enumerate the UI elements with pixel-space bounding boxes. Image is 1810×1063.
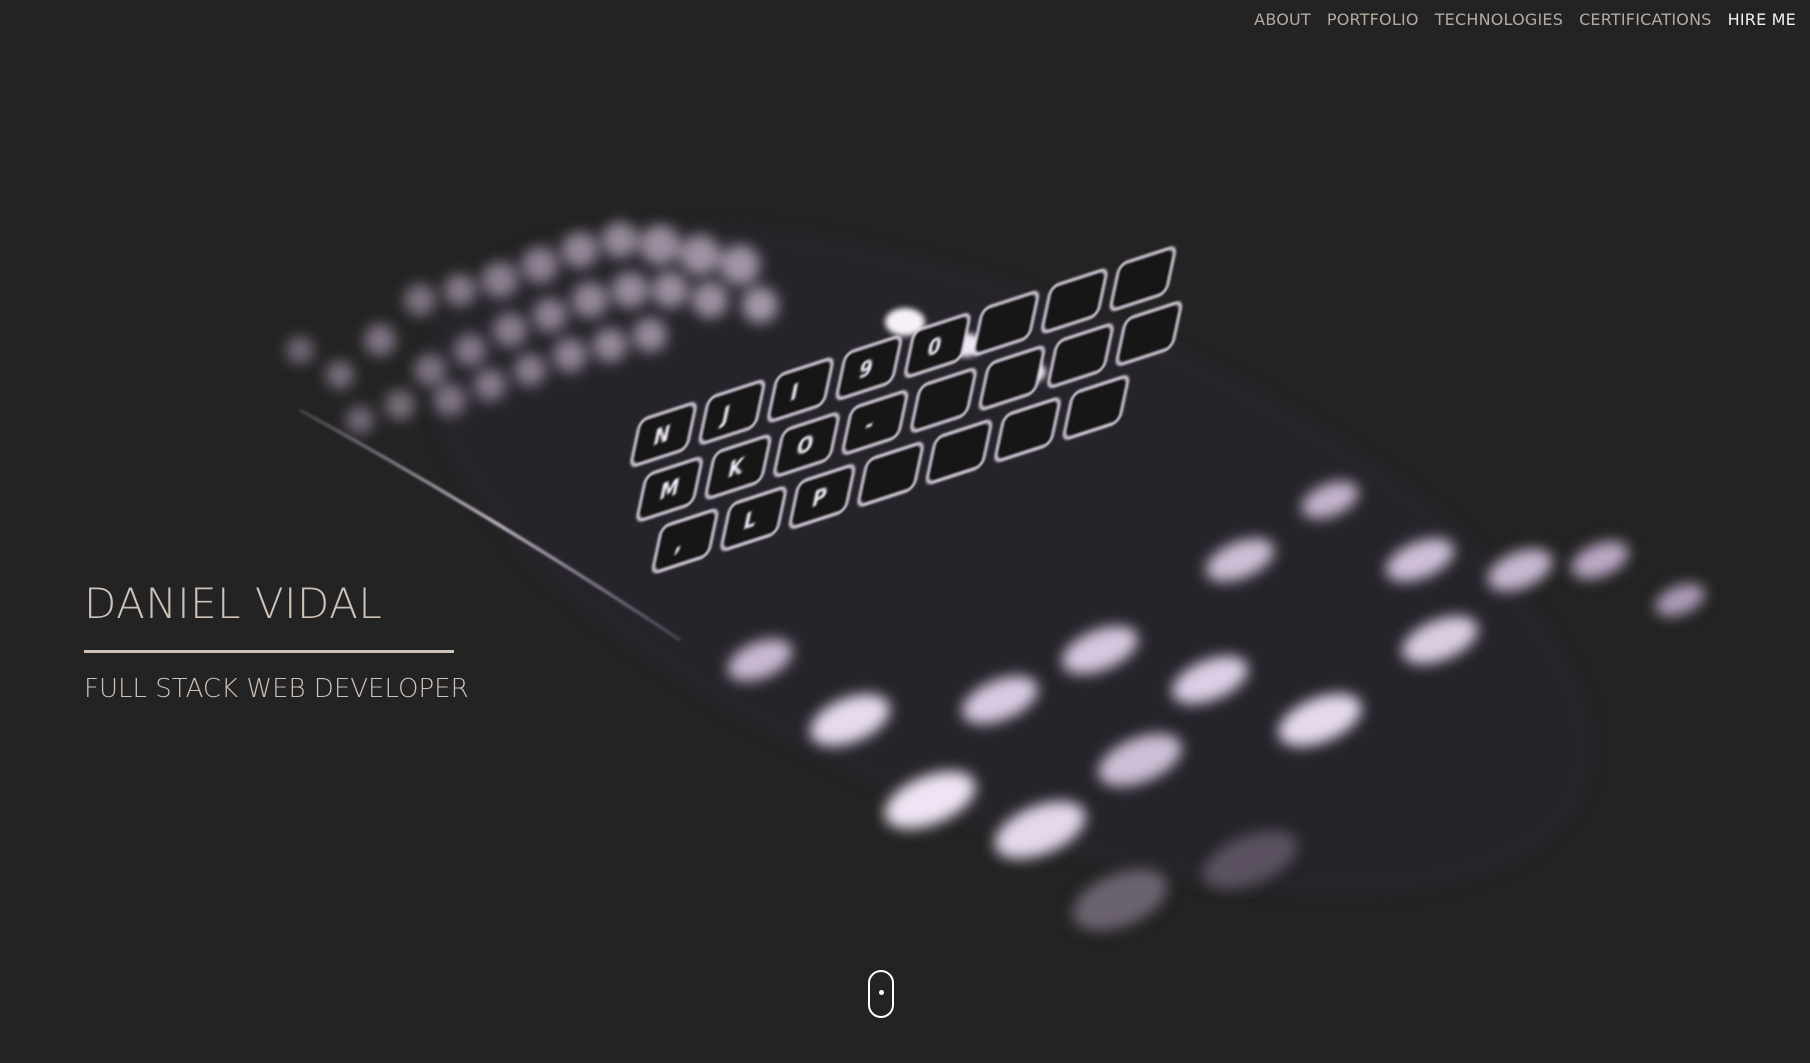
- mouse-scroll-icon[interactable]: [868, 970, 894, 1018]
- nav-link-hire-me[interactable]: HIRE ME: [1728, 10, 1796, 29]
- keyboard-hero-image: N J I 9 0 M K O - , L P: [286, 222, 1705, 931]
- nav-link-certifications[interactable]: CERTIFICATIONS: [1579, 10, 1712, 29]
- nav-link-portfolio[interactable]: PORTFOLIO: [1327, 10, 1419, 29]
- hero-name: DANIEL VIDAL: [84, 579, 383, 628]
- top-nav: ABOUT PORTFOLIO TECHNOLOGIES CERTIFICATI…: [1254, 10, 1796, 29]
- hero-subtitle: FULL STACK WEB DEVELOPER: [84, 674, 469, 704]
- nav-link-about[interactable]: ABOUT: [1254, 10, 1311, 29]
- hero-title-block: DANIEL VIDAL FULL STACK WEB DEVELOPER: [84, 578, 469, 705]
- nav-link-technologies[interactable]: TECHNOLOGIES: [1435, 10, 1563, 29]
- page: N J I 9 0 M K O - , L P ABOUT PORTFOLIO …: [0, 0, 1810, 1063]
- scroll-dot: [879, 990, 884, 995]
- hero-divider: [84, 650, 454, 653]
